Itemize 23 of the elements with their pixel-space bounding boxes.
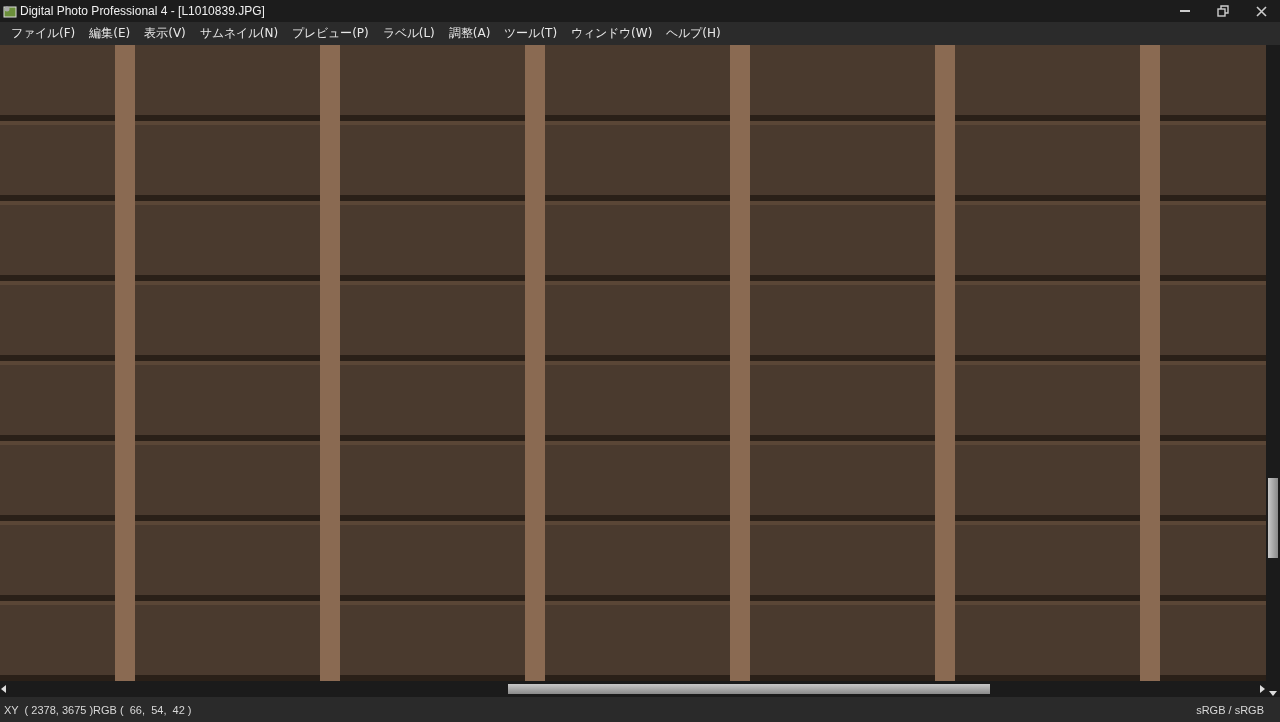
menu-item[interactable]: ヘルプ(H)	[659, 22, 728, 45]
scroll-left-icon[interactable]	[0, 685, 8, 693]
scrollbar-thumb[interactable]	[1268, 478, 1278, 558]
menu-item[interactable]: ウィンドウ(W)	[564, 22, 660, 45]
restore-icon	[1217, 5, 1229, 17]
cursor-position-text: XY ( 2378, 3675 )RGB ( 66, 54, 42 )	[4, 703, 192, 716]
menu-item[interactable]: 調整(A)	[441, 22, 498, 45]
window-title: Digital Photo Professional 4 - [L1010839.JPG]	[20, 4, 266, 18]
menu-item[interactable]: 編集(E)	[82, 22, 138, 45]
app-icon	[3, 4, 17, 18]
menu-item[interactable]: プレビュー(P)	[285, 22, 376, 45]
menu-item[interactable]: ツール(T)	[497, 22, 565, 45]
close-icon	[1255, 5, 1267, 17]
scrollbar-thumb[interactable]	[508, 684, 990, 694]
minimize-icon	[1180, 10, 1190, 12]
color-space-text: sRGB / sRGB	[1196, 703, 1264, 716]
menu-item[interactable]: ラベル(L)	[375, 22, 442, 45]
menu-item[interactable]: 表示(V)	[137, 22, 193, 45]
horizontal-scrollbar[interactable]	[0, 681, 1266, 697]
menu-item[interactable]: ファイル(F)	[4, 22, 83, 45]
menu-item[interactable]: サムネイル(N)	[192, 22, 286, 45]
vertical-scrollbar[interactable]	[1266, 45, 1280, 697]
scroll-right-icon[interactable]	[1258, 685, 1266, 693]
